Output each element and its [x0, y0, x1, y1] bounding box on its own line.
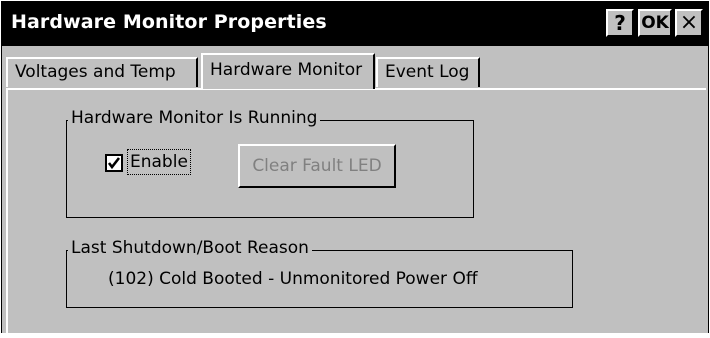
title-bar: Hardware Monitor Properties ? OK ×	[2, 2, 708, 46]
ok-button[interactable]: OK	[638, 9, 672, 37]
enable-checkbox[interactable]	[105, 154, 123, 172]
shutdown-reason-legend: Last Shutdown/Boot Reason	[68, 238, 312, 258]
tab-event-log[interactable]: Event Log	[376, 57, 480, 87]
monitor-status-legend: Hardware Monitor Is Running	[68, 108, 321, 128]
enable-label[interactable]: Enable	[127, 149, 191, 175]
properties-window: Hardware Monitor Properties ? OK × Volta…	[1, 1, 709, 338]
checkmark-icon	[107, 157, 121, 170]
window-title: Hardware Monitor Properties	[11, 11, 327, 33]
shutdown-reason-value: (102) Cold Booted - Unmonitored Power Of…	[108, 269, 478, 289]
tab-voltages-and-temp[interactable]: Voltages and Temp	[6, 57, 198, 87]
clear-fault-led-button[interactable]: Clear Fault LED	[238, 144, 396, 188]
tab-hardware-monitor[interactable]: Hardware Monitor	[201, 53, 375, 89]
help-button[interactable]: ?	[606, 9, 634, 37]
close-button[interactable]: ×	[675, 9, 703, 37]
